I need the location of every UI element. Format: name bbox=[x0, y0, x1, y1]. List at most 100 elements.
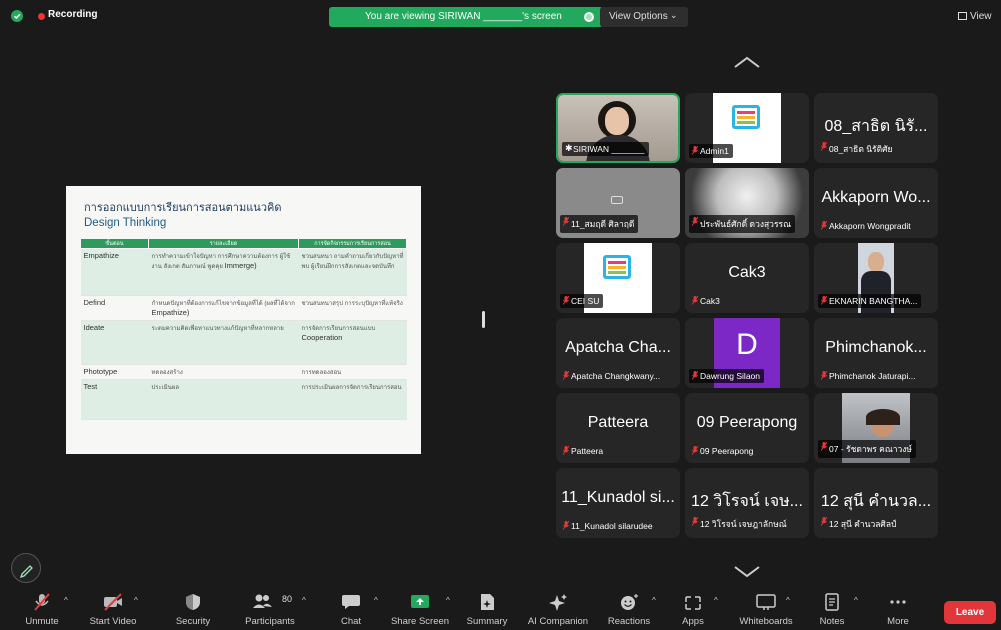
table-row: Phototype ทดลองสร้าง การทดลองสอน bbox=[80, 364, 407, 380]
participant-label: Phimchanok Jaturapi... bbox=[818, 369, 919, 383]
participant-tile[interactable]: Patteera Patteera bbox=[556, 393, 680, 463]
start-video-button[interactable]: Start Video bbox=[82, 588, 144, 630]
participant-tile[interactable]: EKNARIN BANGTHA... bbox=[814, 243, 938, 313]
participant-tile[interactable]: CEI SU bbox=[556, 243, 680, 313]
pencil-icon bbox=[19, 565, 33, 579]
mic-muted-icon bbox=[821, 371, 827, 380]
mic-muted-icon bbox=[821, 442, 827, 451]
logo-bar bbox=[737, 116, 755, 119]
status-dot-icon bbox=[584, 12, 594, 22]
mic-muted-icon bbox=[692, 217, 698, 226]
reactions-button[interactable]: Reactions bbox=[600, 588, 658, 630]
view-button[interactable]: View bbox=[958, 11, 992, 22]
participants-icon bbox=[252, 594, 272, 608]
leave-button[interactable]: Leave bbox=[944, 601, 996, 624]
logo-bar bbox=[608, 271, 626, 274]
more-button[interactable]: More bbox=[874, 588, 922, 630]
summary-button[interactable]: Summary bbox=[458, 588, 516, 630]
face-shape bbox=[868, 252, 884, 272]
participant-name: Akkaporn Wo... bbox=[821, 189, 931, 206]
caret-up-icon[interactable]: ^ bbox=[64, 596, 68, 605]
participant-tile[interactable]: 08_สาธิต นิรั... 08_สาธิต นิรัติศัย bbox=[814, 93, 938, 163]
participant-label: Patteera bbox=[560, 444, 607, 458]
participant-tile[interactable]: 11_สมฤดี ศิลาฤดี bbox=[556, 168, 680, 238]
caret-up-icon[interactable]: ^ bbox=[854, 596, 858, 605]
participants-button[interactable]: 80 Participants bbox=[236, 588, 304, 630]
participant-label: Dawrung Silaon bbox=[689, 369, 765, 383]
participant-label: CEI SU bbox=[560, 294, 604, 308]
recording-label: Recording bbox=[48, 9, 98, 20]
participant-tile[interactable]: 07 - รัชดาพร คณาวงษ์ bbox=[814, 393, 938, 463]
participant-label: ✱ SIRIWAN _______ bbox=[562, 142, 649, 156]
mic-muted-icon bbox=[563, 446, 569, 455]
whiteboards-button[interactable]: Whiteboards bbox=[730, 588, 802, 630]
apps-button[interactable]: Apps bbox=[670, 588, 716, 630]
participant-tile[interactable]: 12 สุนี คำนวล... 12 สุนี คำนวลศิลป์ bbox=[814, 468, 938, 538]
shield-icon[interactable] bbox=[11, 10, 23, 22]
top-bar: Recording You are viewing SIRIWAN ______… bbox=[0, 0, 1001, 30]
participant-label: 12 วิโรจน์ เจษฎาลักษณ์ bbox=[689, 515, 791, 533]
participant-label: 08_สาธิต นิรัติศัย bbox=[818, 140, 896, 158]
shared-screen: การออกแบบการเรียนการสอนตามแนวคิด Design … bbox=[66, 186, 421, 454]
table-row: Defind กำหนดปัญหาที่ต้องการแก้ไขจากข้อมู… bbox=[80, 295, 407, 321]
participant-tile[interactable]: Apatcha Cha... Apatcha Changkwany... bbox=[556, 318, 680, 388]
mic-muted-icon bbox=[692, 446, 698, 455]
participant-tile[interactable]: ประพันธ์ศักดิ์ ดวงสุวรรณ bbox=[685, 168, 809, 238]
slide-subtitle: Design Thinking bbox=[84, 217, 167, 229]
chevron-down-icon[interactable] bbox=[733, 565, 761, 584]
participant-label: 07 - รัชดาพร คณาวงษ์ bbox=[818, 440, 917, 458]
participant-label: Apatcha Changkwany... bbox=[560, 369, 664, 383]
caret-up-icon[interactable]: ^ bbox=[302, 596, 306, 605]
share-screen-button[interactable]: Share Screen bbox=[388, 588, 452, 630]
logo-bar bbox=[737, 111, 755, 114]
shield-icon bbox=[186, 594, 200, 610]
table-header: รายละเอียด bbox=[148, 238, 299, 249]
mic-muted-icon bbox=[563, 371, 569, 380]
mic-muted-icon bbox=[34, 593, 50, 611]
table-header: ขั้นตอน bbox=[80, 238, 149, 249]
mic-muted-icon bbox=[692, 296, 698, 305]
slide-table: ขั้นตอน รายละเอียด การจัดกิจกรรมการเรียน… bbox=[80, 238, 407, 420]
view-options-label: View Options bbox=[609, 11, 668, 22]
ai-companion-button[interactable]: AI Companion bbox=[522, 588, 594, 630]
participant-tile[interactable]: Phimchanok... Phimchanok Jaturapi... bbox=[814, 318, 938, 388]
caret-up-icon[interactable]: ^ bbox=[134, 596, 138, 605]
unmute-button[interactable]: Unmute bbox=[14, 588, 70, 630]
caret-up-icon[interactable]: ^ bbox=[652, 596, 656, 605]
chat-button[interactable]: Chat bbox=[324, 588, 378, 630]
participant-tile[interactable]: D Dawrung Silaon bbox=[685, 318, 809, 388]
view-options-button[interactable]: View Options ⌄ bbox=[600, 7, 688, 27]
sparkle-icon bbox=[549, 594, 567, 611]
participant-tile[interactable]: ✱ SIRIWAN _______ bbox=[556, 93, 680, 163]
recording-dot-icon bbox=[38, 13, 45, 20]
participant-tile[interactable]: 11_Kunadol si... 11_Kunadol silarudee bbox=[556, 468, 680, 538]
resize-handle[interactable] bbox=[482, 311, 485, 328]
participant-name: Apatcha Cha... bbox=[565, 339, 671, 356]
whiteboard-icon bbox=[756, 594, 776, 610]
annotate-button[interactable] bbox=[11, 553, 41, 583]
avatar-letter: D bbox=[736, 328, 758, 361]
table-row: Empathize การทำความเข้าใจปัญหา การศึกษาค… bbox=[80, 248, 407, 296]
mic-muted-icon bbox=[821, 221, 827, 230]
participant-tile[interactable]: Cak3 Cak3 bbox=[685, 243, 809, 313]
security-button[interactable]: Security bbox=[164, 588, 222, 630]
meeting-toolbar: Unmute ^ Start Video ^ Security 80 Parti… bbox=[0, 588, 1001, 630]
participant-name: Cak3 bbox=[728, 264, 766, 281]
participant-tile[interactable]: 12 วิโรจน์ เจษ... 12 วิโรจน์ เจษฎาลักษณ์ bbox=[685, 468, 809, 538]
caret-up-icon[interactable]: ^ bbox=[714, 596, 718, 605]
caret-up-icon[interactable]: ^ bbox=[446, 596, 450, 605]
caret-up-icon[interactable]: ^ bbox=[374, 596, 378, 605]
participant-label: 09 Peerapong bbox=[689, 444, 757, 458]
caret-up-icon[interactable]: ^ bbox=[786, 596, 790, 605]
chevron-up-icon[interactable] bbox=[733, 55, 761, 74]
notes-button[interactable]: Notes bbox=[808, 588, 856, 630]
chevron-down-icon: ⌄ bbox=[670, 10, 678, 20]
participant-label: ประพันธ์ศักดิ์ ดวงสุวรรณ bbox=[689, 215, 795, 233]
participant-tile[interactable]: Admin1 bbox=[685, 93, 809, 163]
participant-tile[interactable]: Akkaporn Wo... Akkaporn Wongpradit bbox=[814, 168, 938, 238]
participant-label: EKNARIN BANGTHA... bbox=[818, 294, 922, 308]
mic-muted-icon bbox=[692, 371, 698, 380]
mic-muted-icon bbox=[821, 296, 827, 305]
participant-tile[interactable]: 09 Peerapong 09 Peerapong bbox=[685, 393, 809, 463]
smiley-icon bbox=[621, 594, 638, 610]
